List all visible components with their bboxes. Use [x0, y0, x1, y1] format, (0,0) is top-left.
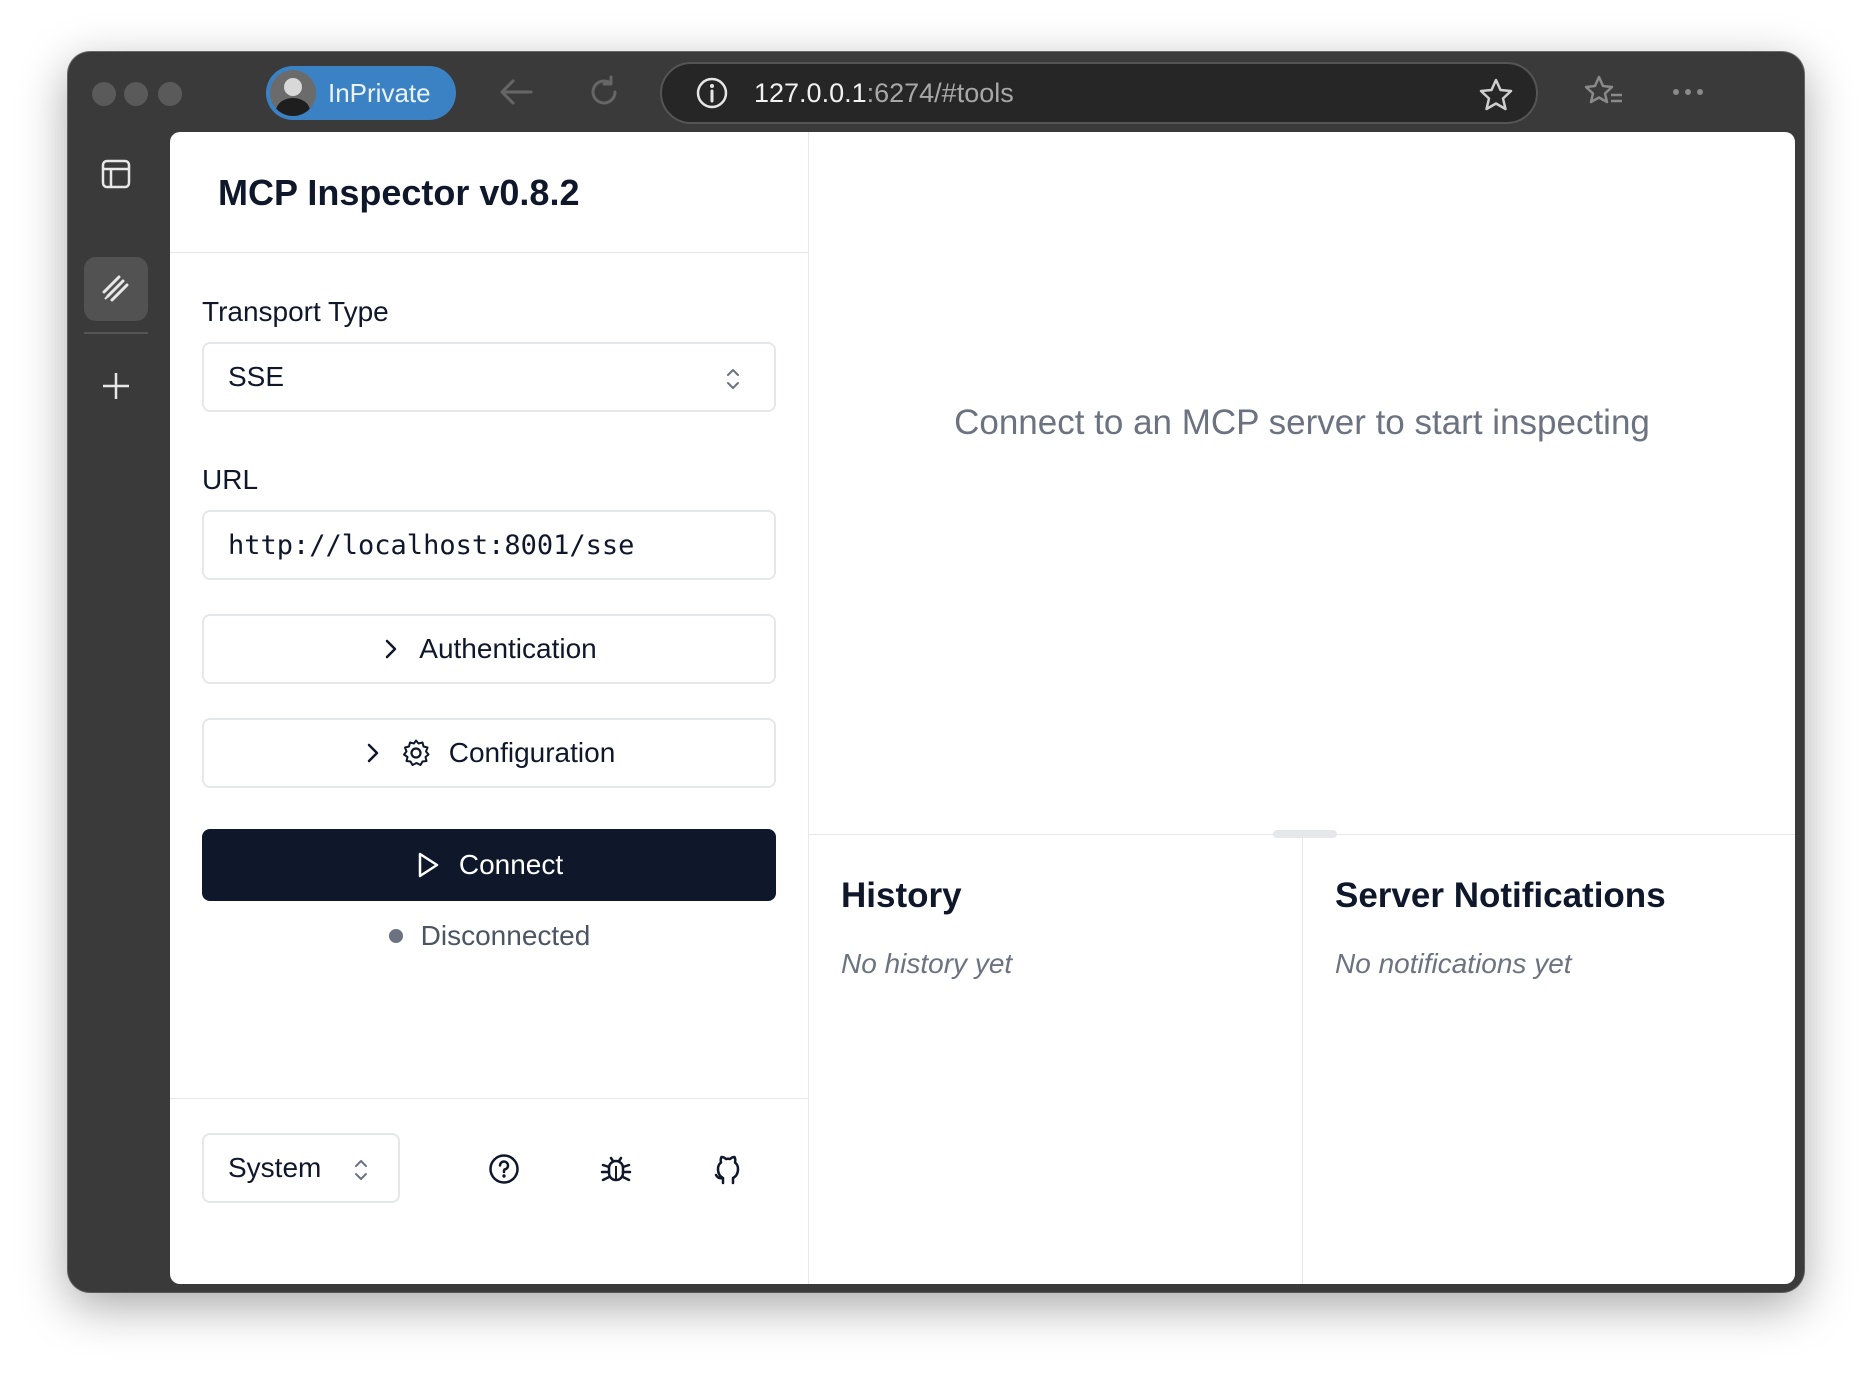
transport-type-value: SSE — [228, 361, 285, 392]
address-host: 127.0.0.1 — [754, 77, 867, 108]
empty-state-message: Connect to an MCP server to start inspec… — [954, 403, 1650, 442]
inspector-sidebar: MCP Inspector v0.8.2 Transport Type SSE … — [170, 132, 809, 1284]
title-bar: InPrivate 127.0.0.1:6274/#tools — [68, 52, 1804, 132]
status-dot — [388, 929, 403, 943]
chevron-right-icon — [381, 637, 401, 661]
favorites-list-icon[interactable] — [1584, 72, 1624, 112]
back-arrow-icon[interactable] — [496, 72, 536, 112]
tools-area: Connect to an MCP server to start inspec… — [809, 132, 1795, 835]
chevrons-up-down-icon — [724, 366, 742, 399]
new-tab-plus-icon[interactable] — [84, 354, 148, 418]
theme-value: System — [228, 1152, 322, 1183]
profile-label: InPrivate — [328, 77, 431, 108]
chevrons-up-down-icon — [352, 1157, 370, 1190]
configuration-toggle-button[interactable]: Configuration — [202, 718, 776, 788]
url-label: URL — [202, 464, 259, 495]
minimize-window-button[interactable] — [124, 82, 148, 106]
authentication-label: Authentication — [419, 633, 597, 664]
profile-avatar — [270, 70, 316, 116]
favorite-star-icon[interactable] — [1478, 77, 1514, 113]
server-notifications-panel: Server Notifications No notifications ye… — [1303, 836, 1795, 1284]
address-path: :6274/#tools — [866, 77, 1014, 108]
notifications-title: Server Notifications — [1335, 876, 1666, 915]
site-info-icon[interactable] — [696, 77, 728, 109]
sidebar-footer: System — [170, 1098, 809, 1284]
main-panel: Connect to an MCP server to start inspec… — [809, 132, 1795, 1284]
history-panel: History No history yet — [809, 836, 1303, 1284]
address-bar[interactable]: 127.0.0.1:6274/#tools — [660, 62, 1538, 124]
theme-select[interactable]: System — [202, 1133, 400, 1203]
more-options-icon[interactable] — [1668, 72, 1708, 112]
help-icon[interactable] — [486, 1151, 522, 1187]
transport-type-select[interactable]: SSE — [202, 342, 776, 412]
notifications-empty-text: No notifications yet — [1335, 948, 1572, 979]
connect-button[interactable]: Connect — [202, 829, 776, 901]
chevron-right-icon — [363, 741, 383, 765]
history-title: History — [841, 876, 962, 915]
page-content: MCP Inspector v0.8.2 Transport Type SSE … — [170, 132, 1795, 1284]
transport-type-label: Transport Type — [202, 296, 389, 327]
history-empty-text: No history yet — [841, 948, 1013, 979]
connection-status: Disconnected — [170, 920, 809, 952]
close-window-button[interactable] — [92, 82, 116, 106]
rail-divider — [84, 332, 148, 334]
gear-icon — [401, 738, 431, 768]
maximize-window-button[interactable] — [158, 82, 182, 106]
vertical-tab-rail — [68, 132, 170, 1292]
authentication-toggle-button[interactable]: Authentication — [202, 614, 776, 684]
url-input[interactable] — [202, 510, 776, 580]
status-text: Disconnected — [420, 920, 591, 951]
page-title: MCP Inspector v0.8.2 — [218, 172, 580, 213]
mcp-tab-icon[interactable] — [84, 257, 148, 321]
github-icon[interactable] — [710, 1151, 746, 1187]
browser-window: InPrivate 127.0.0.1:6274/#tools MCP Ins… — [68, 52, 1804, 1292]
inprivate-profile-button[interactable]: InPrivate — [266, 66, 456, 120]
configuration-label: Configuration — [448, 737, 616, 768]
refresh-icon[interactable] — [584, 72, 624, 112]
bug-icon[interactable] — [598, 1151, 634, 1187]
sidebar-header: MCP Inspector v0.8.2 — [170, 132, 808, 253]
sidebar-panel-icon[interactable] — [84, 142, 148, 206]
play-icon — [415, 851, 441, 879]
connect-label: Connect — [458, 849, 564, 880]
